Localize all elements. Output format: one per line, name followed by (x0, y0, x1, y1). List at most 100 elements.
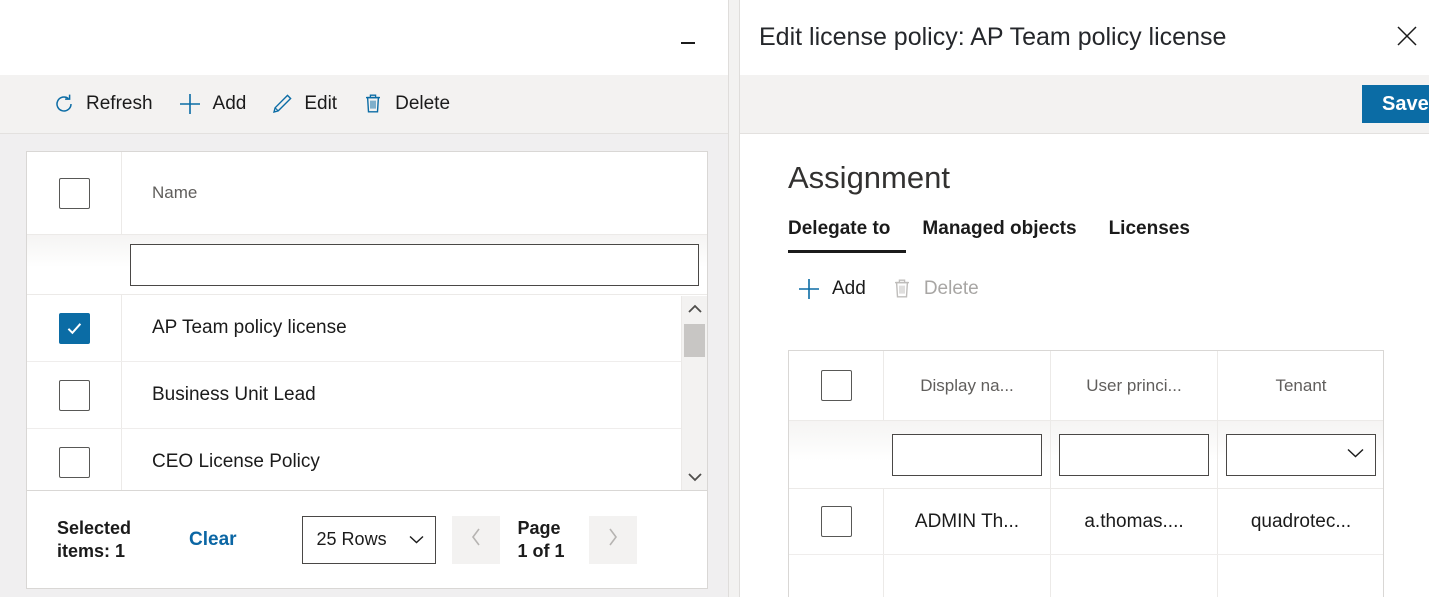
assignment-grid: Display na... User princi... Tenant (788, 350, 1384, 597)
row-select-cell (27, 362, 122, 428)
chevron-left-icon (470, 527, 482, 552)
delete-label: Delete (395, 93, 450, 115)
policy-grid-scrollbar[interactable] (681, 296, 707, 490)
table-row[interactable]: Business Unit Lead (27, 362, 707, 429)
refresh-button[interactable]: Refresh (40, 84, 165, 124)
display-name-filter-input[interactable] (892, 434, 1042, 476)
edit-icon (270, 92, 294, 116)
panel-command-bar: Save (740, 75, 1429, 134)
column-header-display-name[interactable]: Display na... (884, 351, 1051, 420)
select-all-cell (27, 152, 122, 234)
refresh-label: Refresh (86, 93, 153, 115)
tab-managed-objects[interactable]: Managed objects (906, 218, 1092, 253)
policy-grid: Name AP Team policy license (26, 151, 708, 491)
screen-root: Refresh Add Edit (0, 0, 1429, 597)
tenant-filter-cell (1218, 421, 1384, 488)
name-filter-input[interactable] (130, 244, 699, 286)
chevron-down-icon (1346, 446, 1365, 464)
policy-grid-footer: Selected items: 1 Clear 25 Rows Page 1 o… (26, 491, 708, 589)
close-button[interactable] (1385, 18, 1429, 58)
delete-icon (890, 277, 914, 301)
panel-divider[interactable] (728, 0, 740, 597)
add-icon (796, 276, 822, 302)
chevron-right-icon (607, 527, 619, 552)
scrollbar-thumb[interactable] (684, 324, 705, 357)
panel-header: Edit license policy: AP Team policy lice… (740, 0, 1429, 75)
table-row-partial[interactable] (789, 555, 1383, 597)
policy-grid-header: Name (27, 152, 707, 235)
row-checkbox[interactable] (59, 313, 90, 344)
row-select-cell (27, 295, 122, 361)
select-all-checkbox[interactable] (821, 370, 852, 401)
cell-display-name (884, 555, 1051, 597)
tenant-filter-select[interactable] (1226, 434, 1376, 476)
cell-user-principal: a.thomas.... (1051, 489, 1218, 554)
policy-grid-filter-row (27, 235, 707, 295)
cell-tenant: quadrotec... (1218, 489, 1384, 554)
add-label: Add (213, 93, 247, 115)
section-title: Assignment (788, 160, 1429, 196)
assignment-delete-label: Delete (924, 278, 979, 300)
row-name: AP Team policy license (122, 295, 707, 361)
assignment-grid-filter-row (789, 421, 1383, 489)
tab-delegate-to[interactable]: Delegate to (788, 218, 906, 253)
display-name-filter-cell (884, 421, 1051, 488)
delete-button[interactable]: Delete (349, 84, 462, 124)
clear-selection-button[interactable]: Clear (189, 529, 237, 551)
scroll-up-icon[interactable] (682, 296, 707, 322)
left-window-titlebar (0, 0, 728, 75)
select-all-checkbox[interactable] (59, 178, 90, 209)
row-name: CEO License Policy (122, 429, 707, 491)
cell-tenant (1218, 555, 1384, 597)
column-header-user-principal[interactable]: User princi... (1051, 351, 1218, 420)
add-icon (177, 91, 203, 117)
panel-body: Assignment Delegate to Managed objects L… (740, 134, 1429, 597)
page-indicator: Page 1 of 1 (518, 517, 573, 562)
scroll-down-icon[interactable] (682, 464, 707, 490)
assignment-grid-header: Display na... User princi... Tenant (789, 351, 1383, 421)
filter-spacer (789, 421, 884, 488)
edit-button[interactable]: Edit (258, 84, 349, 124)
column-header-tenant[interactable]: Tenant (1218, 351, 1384, 420)
select-all-cell (789, 351, 884, 420)
rows-per-page-select[interactable]: 25 Rows (302, 516, 436, 564)
close-icon (1396, 25, 1418, 52)
user-principal-filter-input[interactable] (1059, 434, 1209, 476)
cell-display-name: ADMIN Th... (884, 489, 1051, 554)
row-checkbox[interactable] (59, 380, 90, 411)
selected-items-label: Selected items: 1 (57, 517, 161, 562)
user-principal-filter-cell (1051, 421, 1218, 488)
row-select-cell (789, 555, 884, 597)
chevron-down-icon (408, 529, 425, 550)
row-name: Business Unit Lead (122, 362, 707, 428)
minimize-button[interactable] (666, 26, 710, 60)
edit-license-policy-panel: Edit license policy: AP Team policy lice… (740, 0, 1429, 597)
tab-licenses[interactable]: Licenses (1093, 218, 1206, 253)
minimize-icon (681, 42, 695, 44)
add-button[interactable]: Add (165, 84, 259, 124)
table-row[interactable]: ADMIN Th... a.thomas.... quadrotec... (789, 489, 1383, 555)
assignment-add-label: Add (832, 278, 866, 300)
refresh-icon (52, 92, 76, 116)
table-row[interactable]: CEO License Policy (27, 429, 707, 491)
row-checkbox[interactable] (59, 447, 90, 478)
assignment-add-button[interactable]: Add (784, 269, 878, 309)
assignment-delete-button[interactable]: Delete (878, 269, 991, 309)
table-row[interactable]: AP Team policy license (27, 295, 707, 362)
previous-page-button[interactable] (452, 516, 500, 564)
edit-label: Edit (304, 93, 337, 115)
left-toolbar: Refresh Add Edit (0, 75, 728, 134)
row-select-cell (789, 489, 884, 554)
cell-user-principal (1051, 555, 1218, 597)
next-page-button[interactable] (589, 516, 637, 564)
save-button[interactable]: Save (1362, 85, 1429, 123)
column-header-name[interactable]: Name (122, 152, 707, 234)
rows-per-page-value: 25 Rows (317, 529, 387, 550)
assignment-toolbar: Add Delete (784, 269, 1429, 309)
filter-spacer (27, 235, 122, 294)
assignment-tabs: Delegate to Managed objects Licenses (788, 218, 1429, 253)
left-window: Refresh Add Edit (0, 0, 728, 597)
delete-icon (361, 92, 385, 116)
row-checkbox[interactable] (821, 506, 852, 537)
filter-name-cell (122, 235, 707, 294)
